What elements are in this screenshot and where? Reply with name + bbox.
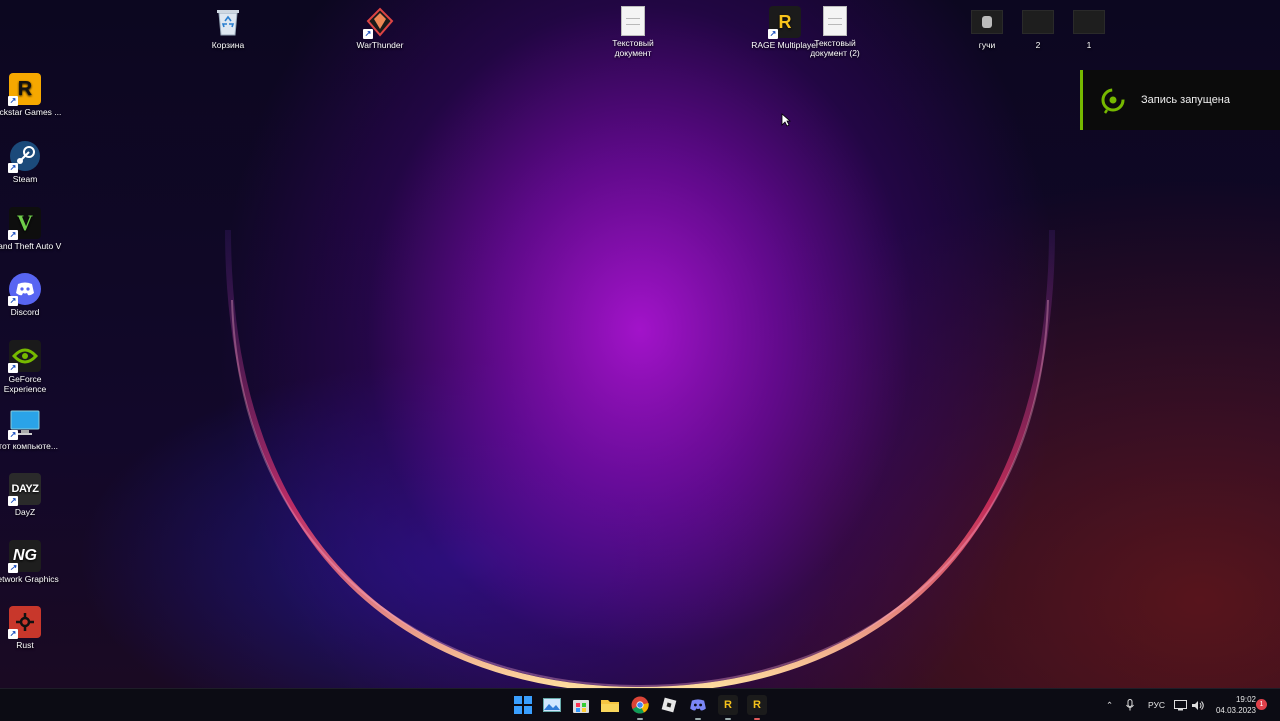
rage-icon[interactable]: R — [747, 695, 767, 720]
icon-label: 1 — [1086, 40, 1092, 50]
gta-v-icon: V ↗ — [8, 207, 41, 240]
desktop-icon-geforce-experience[interactable]: ↗ GeForce Experience — [0, 340, 62, 394]
warthunder-icon: ↗ — [363, 6, 396, 39]
monitor-icon: ↗ — [8, 407, 41, 440]
icon-label: Этот компьюте... — [0, 441, 58, 451]
icon-label: 2 — [1035, 40, 1041, 50]
discord-icon: ↗ — [8, 273, 41, 306]
icon-label: Discord — [10, 307, 40, 317]
dayz-icon: DAYZ ↗ — [8, 473, 41, 506]
desktop-icon-text-document-1[interactable]: Текстовый документ — [596, 6, 670, 58]
photos-icon[interactable] — [542, 695, 562, 715]
desktop-icon-steam[interactable]: ↗ Steam — [0, 140, 62, 184]
network-icon[interactable] — [1174, 689, 1187, 721]
recording-icon — [1101, 88, 1125, 114]
roblox-icon[interactable] — [659, 695, 679, 715]
rage-icon[interactable]: R — [718, 695, 738, 720]
icon-label: DayZ — [14, 507, 36, 517]
folder-thumbnail-icon — [971, 10, 1003, 34]
mouse-cursor-icon — [781, 113, 791, 127]
volume-icon[interactable] — [1191, 689, 1204, 721]
desktop-icon-dayz[interactable]: DAYZ ↗ DayZ — [0, 473, 62, 517]
rage-multiplayer-icon: R ↗ — [768, 6, 801, 39]
icon-label: GeForce Experience — [3, 374, 47, 394]
clock[interactable]: 19:02 04.03.2023 — [1206, 694, 1256, 716]
text-document-icon — [823, 6, 847, 36]
network-graphics-icon: NG ↗ — [8, 540, 41, 573]
clock-date: 04.03.2023 — [1215, 706, 1256, 715]
icon-label: WarThunder — [356, 40, 404, 50]
clock-time: 19:02 — [1235, 695, 1256, 704]
icon-label: Steam — [12, 174, 38, 184]
rockstar-icon: R ↗ — [8, 73, 41, 106]
recycle-bin-icon — [212, 6, 244, 38]
icon-label: Текстовый документ — [612, 38, 654, 58]
steam-icon: ↗ — [8, 140, 41, 173]
icon-label: Корзина — [211, 40, 245, 50]
desktop-icon-text-document-2[interactable]: Текстовый документ (2) — [798, 6, 872, 58]
start-icon[interactable] — [513, 695, 533, 715]
rust-icon: ↗ — [8, 606, 41, 639]
geforce-icon: ↗ — [8, 340, 41, 373]
icon-label: Network Graphics — [0, 574, 59, 584]
notification-text: Запись запущена — [1141, 94, 1231, 106]
desktop-icon-network-graphics[interactable]: NG↗ Network Graphics — [0, 540, 62, 584]
language-indicator[interactable]: РУС — [1148, 689, 1165, 721]
desktop-icon-discord[interactable]: ↗ Discord — [0, 273, 62, 317]
folder-thumbnail-icon — [1022, 10, 1054, 34]
file-explorer-icon[interactable] — [600, 695, 620, 715]
chrome-icon[interactable] — [630, 695, 650, 720]
text-document-icon — [621, 6, 645, 36]
discord-icon[interactable] — [688, 695, 708, 720]
desktop-icon-gta-v[interactable]: V↗ Grand Theft Auto V — [0, 207, 62, 251]
notification-badge[interactable]: 1 — [1256, 699, 1267, 710]
taskbar: R R ⌃ РУС 19:02 04.03.2023 1 — [0, 688, 1280, 721]
icon-label: Rust — [16, 640, 34, 650]
desktop-icon-recycle-bin[interactable]: Корзина — [191, 6, 265, 50]
desktop-icon-this-pc[interactable]: ↗ Этот компьюте... — [0, 407, 62, 451]
icon-label: Grand Theft Auto V — [0, 241, 62, 251]
icon-label: гучи — [978, 40, 996, 50]
store-icon[interactable] — [571, 695, 591, 715]
folder-thumbnail-icon — [1073, 10, 1105, 34]
icon-label: Текстовый документ (2) — [810, 38, 860, 58]
show-hidden-icons-icon[interactable]: ⌃ — [1106, 689, 1113, 721]
desktop-icon-rust[interactable]: ↗ Rust — [0, 606, 62, 650]
recording-notification[interactable]: Запись запущена — [1080, 70, 1280, 130]
desktop-icon-rockstar-games[interactable]: R↗ Rockstar Games ... — [0, 73, 62, 117]
microphone-icon[interactable] — [1126, 689, 1134, 721]
desktop-icon-warthunder[interactable]: ↗ WarThunder — [343, 6, 417, 50]
desktop-icon-folder-1[interactable]: 1 — [1052, 10, 1126, 50]
icon-label: Rockstar Games ... — [0, 107, 62, 117]
